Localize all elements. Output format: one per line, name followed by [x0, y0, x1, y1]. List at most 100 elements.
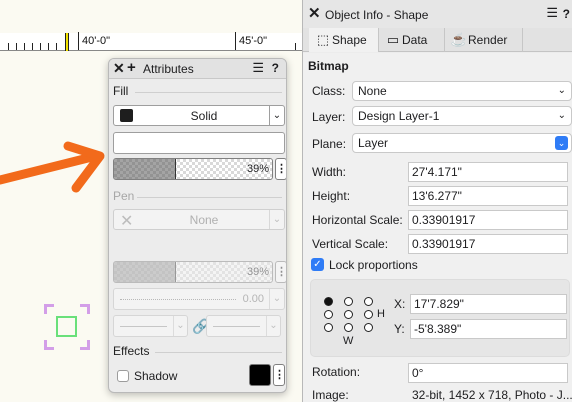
y-field[interactable]: -5'8.389" — [410, 319, 567, 339]
ruler-tick — [295, 43, 296, 50]
layer-select[interactable]: Design Layer-1 ⌄ — [352, 106, 572, 126]
fill-opacity-level — [114, 159, 176, 179]
y-label: Y: — [394, 322, 405, 336]
chevron-down-icon[interactable]: ⌄ — [269, 210, 284, 229]
origin-point-bottom-right[interactable] — [364, 323, 373, 332]
lock-proportions-checkbox[interactable]: ✓ — [311, 258, 324, 271]
ruler-tick — [40, 43, 41, 50]
object-info-titlebar[interactable]: ✕ Object Info - Shape ☰ ? — [303, 0, 572, 28]
ruler-tick — [78, 32, 79, 50]
start-marker-select[interactable]: ⌄ — [113, 315, 188, 337]
x-field[interactable]: 17'7.829" — [410, 294, 567, 314]
line-thickness-value: 0.00 — [242, 293, 264, 305]
tab-render[interactable]: ☕Render — [445, 28, 523, 52]
width-label: Width: — [312, 165, 347, 179]
help-icon[interactable]: ? — [563, 7, 570, 21]
selected-bitmap-object[interactable] — [44, 304, 90, 350]
rotation-label: Rotation: — [312, 365, 361, 379]
fill-style-value: Solid — [190, 109, 218, 123]
fill-opacity-value: 39% — [246, 163, 269, 175]
divider — [137, 197, 282, 198]
link-markers-icon[interactable]: 🔗 — [192, 317, 209, 335]
pen-style-value: None — [189, 213, 219, 227]
tab-shape-label: Shape — [332, 33, 367, 47]
shadow-options-button[interactable]: ⋮ — [273, 364, 285, 386]
shadow-checkbox[interactable] — [117, 370, 129, 382]
tab-data[interactable]: ▭ Data — [379, 28, 445, 52]
hamburger-menu-icon[interactable]: ☰ — [546, 6, 558, 20]
chevron-down-icon[interactable]: ⌄ — [173, 316, 187, 336]
chevron-down-icon: ⌄ — [555, 136, 568, 150]
effects-section-label: Effects — [113, 344, 150, 358]
selection-handle[interactable] — [80, 304, 90, 314]
plane-value: Layer — [358, 136, 389, 150]
origin-width-letter: W — [343, 335, 354, 347]
shadow-label: Shadow — [134, 369, 178, 383]
close-icon[interactable]: ✕ — [113, 61, 125, 76]
hamburger-menu-icon[interactable]: ☰ — [252, 61, 264, 75]
shape-icon: ⬚ — [316, 32, 330, 47]
chevron-down-icon[interactable]: ⌄ — [269, 106, 284, 125]
fill-opacity-slider[interactable]: 39% — [113, 158, 273, 180]
ruler-tick — [48, 43, 49, 50]
horizontal-scale-field[interactable]: 0.33901917 — [408, 210, 568, 230]
ruler-label-40ft: 40'-0" — [82, 35, 111, 47]
origin-point-middle-right[interactable] — [364, 310, 373, 319]
x-label: X: — [394, 297, 406, 311]
line-style-preview — [120, 299, 236, 300]
chevron-down-icon[interactable]: ⌄ — [266, 316, 280, 336]
plane-label: Plane: — [312, 137, 347, 151]
origin-point-middle-left[interactable] — [324, 310, 333, 319]
height-label: Height: — [312, 189, 351, 203]
layer-value: Design Layer-1 — [358, 109, 440, 123]
close-icon[interactable]: ✕ — [308, 6, 321, 22]
origin-point-center[interactable] — [344, 310, 353, 319]
pen-opacity-options-button[interactable]: ⋮ — [275, 261, 286, 283]
vertical-scale-field[interactable]: 0.33901917 — [408, 234, 568, 254]
tab-data-label: Data — [402, 33, 428, 47]
selection-handle[interactable] — [44, 304, 54, 314]
divider — [155, 352, 282, 353]
plane-select[interactable]: Layer ⌄ — [352, 133, 572, 153]
add-icon[interactable]: + — [127, 60, 136, 76]
ruler-position-marker — [65, 33, 69, 51]
pen-opacity-slider[interactable]: 39% — [113, 261, 273, 283]
pen-style-select[interactable]: ✕ None ⌄ — [113, 209, 285, 230]
orange-arrow-annotation — [0, 141, 105, 193]
fill-name-field[interactable] — [113, 132, 285, 154]
ruler-tick — [16, 43, 17, 50]
width-field[interactable]: 27'4.171" — [408, 162, 568, 182]
origin-point-bottom-center[interactable] — [344, 323, 353, 332]
end-marker-select[interactable]: ⌄ — [206, 315, 281, 337]
fill-section-label: Fill — [113, 84, 129, 98]
class-select[interactable]: None ⌄ — [352, 81, 572, 101]
object-info-title: Object Info - Shape — [325, 8, 429, 22]
help-icon[interactable]: ? — [272, 61, 279, 75]
marker-preview — [213, 326, 260, 327]
chevron-down-icon: ⌄ — [557, 85, 566, 96]
horizontal-scale-label: Horizontal Scale: — [312, 213, 403, 227]
origin-point-bottom-left[interactable] — [324, 323, 333, 332]
selection-handle[interactable] — [44, 340, 54, 350]
height-field[interactable]: 13'6.277" — [408, 186, 568, 206]
chevron-down-icon[interactable]: ⌄ — [269, 289, 284, 309]
origin-point-top-left[interactable] — [324, 297, 333, 306]
fill-style-select[interactable]: Solid ⌄ — [113, 105, 285, 126]
attributes-titlebar[interactable]: ✕ + Attributes ☰ ? — [109, 59, 286, 79]
rotation-field[interactable]: 0° — [408, 363, 568, 383]
lock-proportions-label: Lock proportions — [329, 258, 418, 272]
fill-opacity-options-button[interactable]: ⋮ — [275, 158, 286, 180]
selection-handle[interactable] — [80, 340, 90, 350]
shadow-color-swatch[interactable] — [249, 364, 271, 386]
tab-render-label: Render — [468, 33, 508, 47]
attributes-palette: ✕ + Attributes ☰ ? Fill Solid ⌄ 39% ⋮ Pe… — [108, 58, 287, 393]
tab-shape[interactable]: ⬚ Shape — [309, 28, 379, 52]
origin-point-top-center[interactable] — [344, 297, 353, 306]
ruler-tick — [24, 43, 25, 50]
origin-point-top-right[interactable] — [364, 297, 373, 306]
class-label: Class: — [312, 84, 346, 98]
ruler-tick — [56, 43, 57, 50]
shape-outline — [56, 316, 77, 337]
line-thickness-select[interactable]: 0.00 ⌄ — [113, 288, 285, 310]
attributes-title: Attributes — [143, 62, 194, 76]
